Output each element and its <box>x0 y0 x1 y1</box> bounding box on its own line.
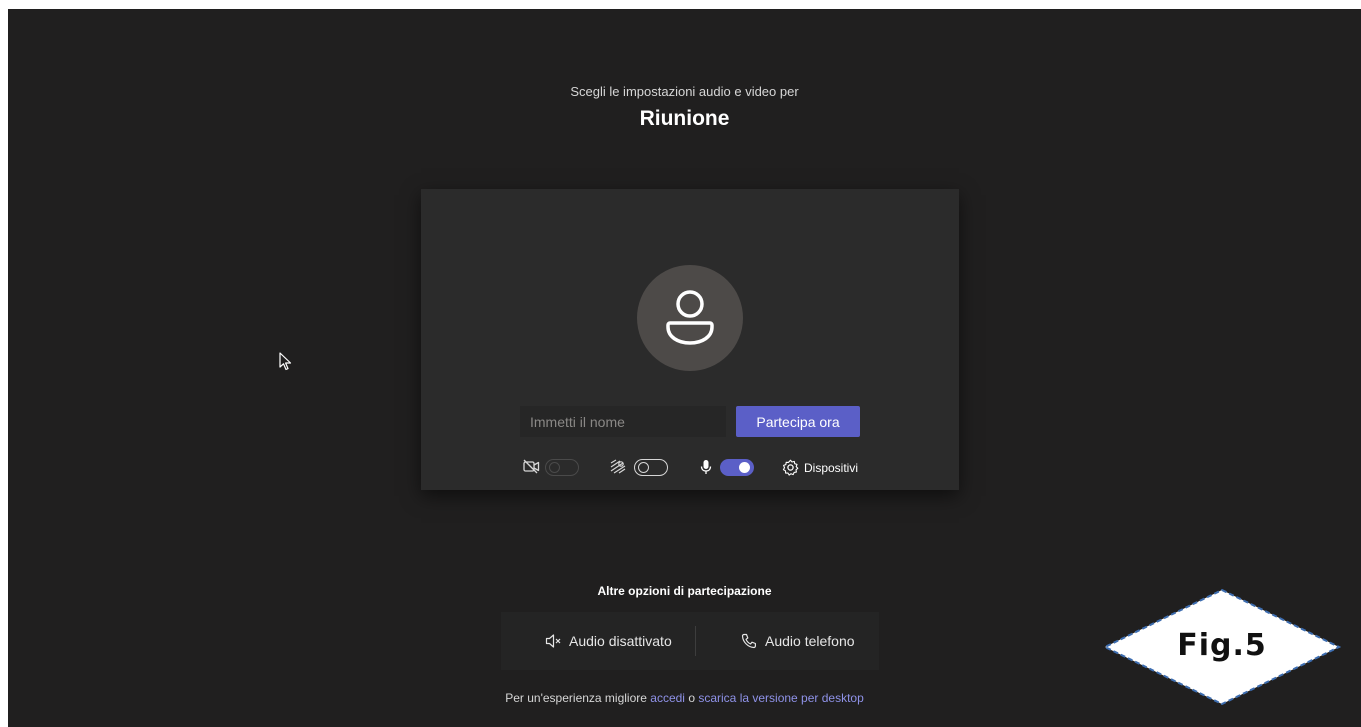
footer-prefix: Per un'esperienza migliore <box>505 691 647 705</box>
meeting-title: Riunione <box>639 107 730 130</box>
other-options-box: Audio disattivato Audio telefono <box>501 612 879 670</box>
camera-off-icon <box>523 459 540 474</box>
figure-badge: Fig.5 <box>1103 588 1341 706</box>
download-desktop-link[interactable]: scarica la versione per desktop <box>698 691 863 705</box>
media-controls: Dispositivi <box>520 457 865 479</box>
footer-connector: o <box>688 691 695 705</box>
prejoin-panel: Partecipa ora <box>421 189 959 490</box>
microphone-toggle[interactable] <box>720 459 754 476</box>
camera-toggle[interactable] <box>545 459 579 476</box>
avatar <box>637 265 743 371</box>
audio-off-option[interactable]: Audio disattivato <box>545 632 685 650</box>
name-input[interactable] <box>520 406 726 437</box>
phone-audio-label: Audio telefono <box>765 633 855 649</box>
microphone-icon <box>700 460 712 474</box>
speaker-mute-icon <box>545 634 561 648</box>
background-blur-toggle[interactable] <box>634 459 668 476</box>
prejoin-subtitle: Scegli le impostazioni audio e video per <box>570 84 799 99</box>
phone-audio-option[interactable]: Audio telefono <box>741 632 871 650</box>
background-effects-icon <box>610 459 626 474</box>
audio-off-label: Audio disattivato <box>569 633 672 649</box>
phone-icon <box>741 633 756 649</box>
options-divider <box>695 626 696 656</box>
figure-label: Fig.5 <box>1177 628 1267 663</box>
join-now-button[interactable]: Partecipa ora <box>736 406 860 437</box>
gear-icon[interactable] <box>782 459 799 476</box>
devices-button[interactable]: Dispositivi <box>804 461 858 475</box>
mouse-cursor-icon <box>279 352 292 371</box>
person-icon <box>666 290 714 345</box>
signin-link[interactable]: accedi <box>650 691 685 705</box>
